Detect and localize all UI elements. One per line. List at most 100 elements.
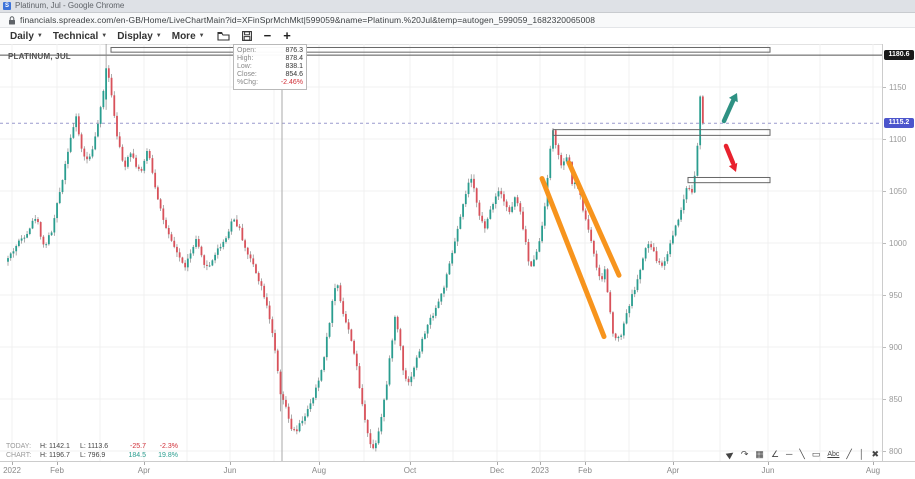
- time-axis[interactable]: 2022FebAprJunAugOctDec2023FebAprJunAug: [0, 461, 915, 479]
- candle-up: [310, 403, 312, 409]
- tooltip-chg-value: -2.46%: [281, 79, 303, 87]
- candle-up: [143, 161, 145, 171]
- elbow-line-tool-icon[interactable]: ↷: [741, 449, 749, 460]
- candle-down: [522, 212, 524, 230]
- candle-down: [173, 241, 175, 247]
- candle-up: [427, 325, 429, 334]
- lock-icon: [8, 16, 16, 25]
- menu-technical[interactable]: Technical ▼: [53, 31, 107, 42]
- chart-low: L: 796.9: [80, 451, 120, 460]
- candle-up: [389, 358, 391, 384]
- chart-high: H: 1196.7: [40, 451, 80, 460]
- candle-down: [359, 366, 361, 388]
- candle-down: [206, 265, 208, 266]
- candle-up: [443, 288, 445, 294]
- candle-down: [519, 203, 521, 211]
- candle-up: [21, 238, 23, 240]
- time-tick-mark: [57, 462, 58, 465]
- orange-trendline: [569, 163, 619, 275]
- zoom-out-button[interactable]: −: [264, 29, 272, 43]
- candle-up: [457, 229, 459, 242]
- price-tick-mark: [883, 347, 886, 348]
- browser-titlebar[interactable]: S Platinum, Jul - Google Chrome: [0, 0, 915, 13]
- menu-more[interactable]: More ▼: [172, 31, 205, 42]
- candle-down: [241, 228, 243, 240]
- candle-down: [397, 317, 399, 329]
- app-window: { "browser": { "window_title": "Platinum…: [0, 0, 915, 478]
- time-tick-mark: [497, 462, 498, 465]
- time-tick-mark: [319, 462, 320, 465]
- candle-up: [334, 288, 336, 301]
- tooltip-close-label: Close:: [237, 71, 257, 79]
- candle-up: [53, 218, 55, 232]
- candle-up: [419, 351, 421, 357]
- candle-up: [410, 377, 412, 383]
- cursor-tool-icon[interactable]: ▶: [724, 448, 736, 461]
- today-label: TODAY:: [6, 442, 40, 451]
- chart-canvas[interactable]: [0, 44, 882, 461]
- candle-up: [337, 285, 339, 288]
- candle-down: [271, 319, 273, 333]
- candle-up: [73, 127, 75, 138]
- candle-up: [664, 261, 666, 266]
- candle-down: [370, 433, 372, 444]
- candle-up: [639, 270, 641, 279]
- level-price-badge: 1180.6: [884, 50, 914, 60]
- candle-up: [492, 204, 494, 210]
- candle-up: [102, 91, 104, 107]
- candle-up: [699, 96, 701, 145]
- delete-tool-icon[interactable]: ✖: [871, 449, 879, 460]
- time-tick-mark: [410, 462, 411, 465]
- candle-down: [152, 158, 154, 173]
- candle-down: [280, 372, 282, 395]
- chart-toolbar: Daily ▼ Technical ▼ Display ▼ More ▼ − +: [0, 28, 915, 45]
- session-stats: TODAY: H: 1142.1 L: 1113.6 -25.7 -2.3% C…: [6, 442, 178, 460]
- time-tick-label: Aug: [312, 466, 326, 475]
- price-tick-label: 1150: [889, 83, 906, 92]
- down-arrow-icon: [726, 146, 733, 163]
- time-tick-label: Jun: [762, 466, 775, 475]
- candle-up: [470, 179, 472, 183]
- candle-up: [97, 124, 99, 137]
- candle-down: [558, 145, 560, 155]
- price-tick-label: 1000: [889, 239, 907, 248]
- candle-down: [590, 230, 592, 241]
- ohlc-tooltip: Open:876.3 High:878.4 Low:838.1 Close:85…: [233, 44, 307, 90]
- grid-tool-icon[interactable]: ▦: [755, 449, 764, 460]
- hline-tool-icon[interactable]: ─: [786, 449, 792, 460]
- candle-up: [672, 235, 674, 243]
- candle-down: [282, 394, 284, 400]
- candle-up: [315, 388, 317, 398]
- candle-down: [261, 281, 263, 286]
- candle-up: [187, 259, 189, 268]
- url-text[interactable]: financials.spreadex.com/en-GB/Home/LiveC…: [20, 15, 595, 25]
- candle-up: [413, 368, 415, 377]
- time-tick-label: Apr: [667, 466, 679, 475]
- candle-down: [247, 248, 249, 255]
- open-chart-button[interactable]: [217, 31, 230, 41]
- candle-down: [250, 254, 252, 258]
- candle-down: [119, 136, 121, 147]
- candle-down: [348, 322, 350, 329]
- price-axis[interactable]: 11501100105010009509008508001180.61115.2: [882, 44, 915, 461]
- fan-lines-tool-icon[interactable]: ∠: [771, 449, 779, 460]
- text-tool-icon[interactable]: Abc: [827, 449, 839, 460]
- trendline-tool-icon[interactable]: ╲: [799, 449, 804, 460]
- ray-tool-icon[interactable]: ╱: [846, 449, 851, 460]
- candle-up: [375, 443, 377, 448]
- candle-down: [40, 222, 42, 237]
- menu-daily[interactable]: Daily ▼: [10, 31, 43, 42]
- candle-up: [15, 246, 17, 251]
- time-tick-mark: [768, 462, 769, 465]
- save-chart-button[interactable]: [242, 31, 252, 41]
- candle-up: [323, 357, 325, 370]
- tooltip-low-label: Low:: [237, 63, 252, 71]
- candle-down: [506, 201, 508, 207]
- rectangle-tool-icon[interactable]: ▭: [812, 449, 821, 460]
- candle-down: [154, 173, 156, 188]
- zoom-in-button[interactable]: +: [283, 29, 291, 43]
- symbol-label: PLATINUM, JUL: [8, 52, 71, 61]
- candle-down: [364, 404, 366, 420]
- menu-display[interactable]: Display ▼: [117, 31, 162, 42]
- price-tick-label: 800: [889, 447, 902, 456]
